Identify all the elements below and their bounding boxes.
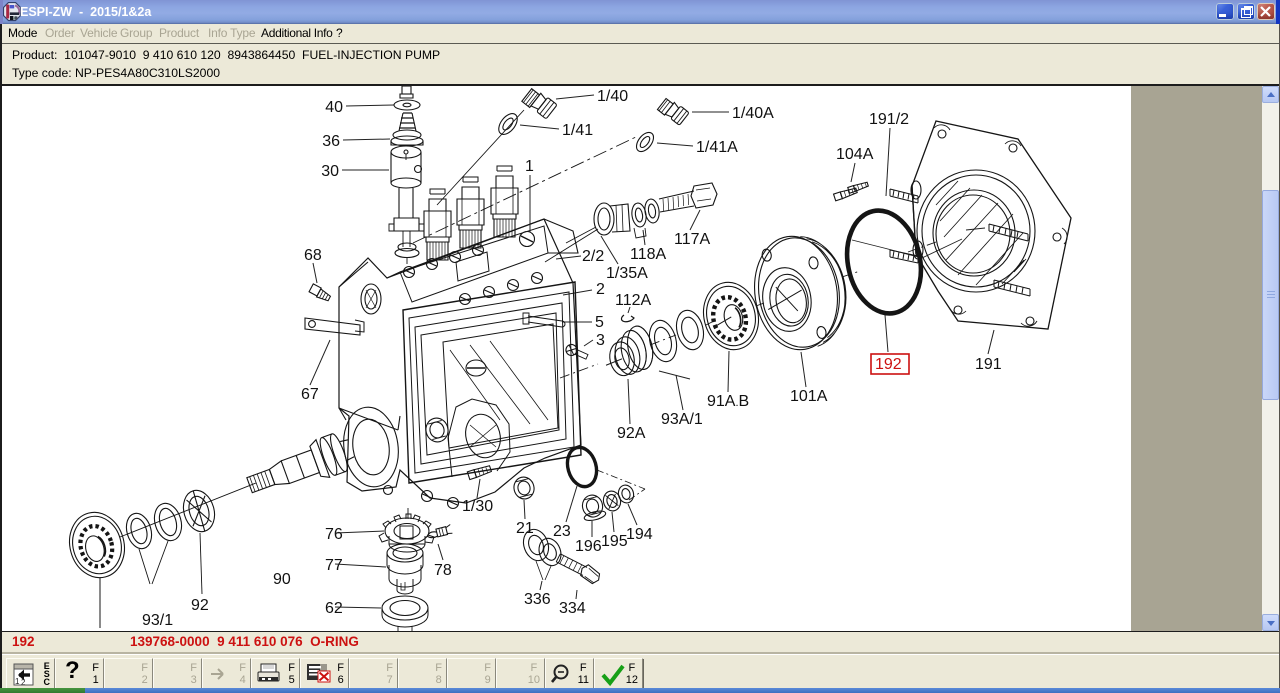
svg-text:194: 194 xyxy=(626,526,653,543)
svg-text:191/2: 191/2 xyxy=(869,111,909,128)
svg-text:5: 5 xyxy=(595,314,604,331)
svg-text:91A.B: 91A.B xyxy=(707,393,749,410)
svg-text:1/40A: 1/40A xyxy=(732,105,774,122)
svg-text:112A: 112A xyxy=(615,292,652,309)
svg-text:77: 77 xyxy=(325,557,343,574)
svg-text:78: 78 xyxy=(434,562,452,579)
svg-text:118A: 118A xyxy=(630,246,667,263)
svg-text:117A: 117A xyxy=(674,231,711,248)
svg-text:101A: 101A xyxy=(790,388,828,405)
svg-text:36: 36 xyxy=(322,133,340,150)
svg-text:1/35A: 1/35A xyxy=(606,265,648,282)
svg-text:92: 92 xyxy=(191,597,209,614)
svg-text:40: 40 xyxy=(325,99,343,116)
svg-text:92A: 92A xyxy=(617,425,646,442)
svg-text:90: 90 xyxy=(273,571,291,588)
svg-text:30: 30 xyxy=(321,163,339,180)
svg-text:23: 23 xyxy=(553,523,571,540)
svg-text:2: 2 xyxy=(21,678,26,687)
svg-text:68: 68 xyxy=(304,247,322,264)
svg-text:2: 2 xyxy=(596,281,605,298)
svg-text:62: 62 xyxy=(325,600,343,617)
svg-text:196: 196 xyxy=(575,538,602,555)
svg-text:195: 195 xyxy=(601,533,628,550)
svg-text:192: 192 xyxy=(875,356,902,373)
svg-text:67: 67 xyxy=(301,386,319,403)
svg-text:93A/1: 93A/1 xyxy=(661,411,703,428)
svg-text:1: 1 xyxy=(525,158,534,175)
svg-text:76: 76 xyxy=(325,526,343,543)
svg-text:104A: 104A xyxy=(836,146,874,163)
svg-text:3: 3 xyxy=(596,332,605,349)
svg-text:334: 334 xyxy=(559,600,586,617)
svg-text:93/1: 93/1 xyxy=(142,612,173,629)
svg-text:336: 336 xyxy=(524,591,551,608)
svg-text:1/30: 1/30 xyxy=(462,498,493,515)
svg-text:1: 1 xyxy=(15,677,20,686)
svg-text:1/41: 1/41 xyxy=(562,122,593,139)
svg-text:191: 191 xyxy=(975,356,1002,373)
svg-text:1/40: 1/40 xyxy=(597,88,628,105)
svg-text:2/2: 2/2 xyxy=(582,248,604,265)
svg-text:1/41A: 1/41A xyxy=(696,139,738,156)
